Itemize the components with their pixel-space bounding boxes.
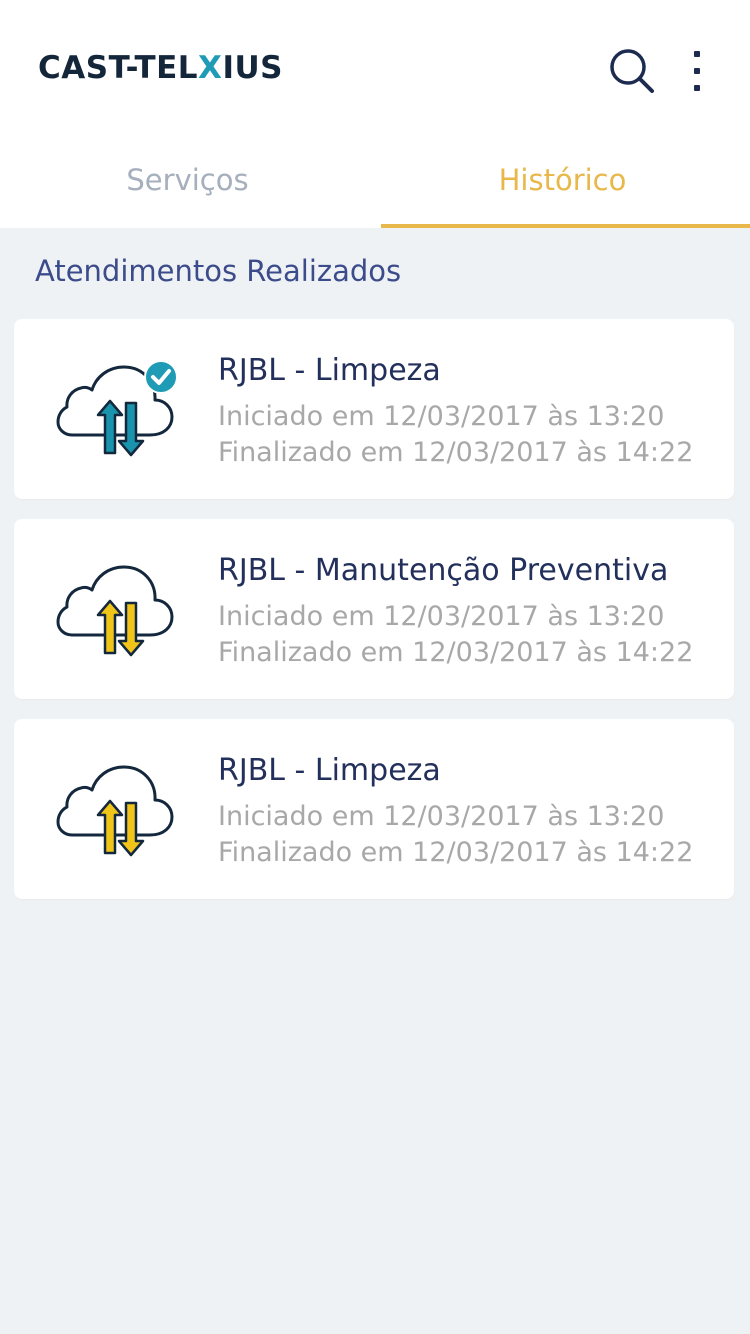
cloud-transfer-check-icon [56, 360, 178, 457]
tab-bar: Serviços Histórico [0, 132, 750, 228]
more-options-button[interactable] [680, 46, 714, 96]
service-card[interactable]: RJBL - Limpeza Iniciado em 12/03/2017 às… [14, 719, 734, 899]
service-started: Iniciado em 12/03/2017 às 13:20 [218, 801, 665, 832]
active-tab-indicator [381, 224, 750, 228]
tab-servicos[interactable]: Serviços [0, 132, 375, 228]
cloud-transfer-icon [56, 765, 174, 857]
logo-text-x: X [198, 50, 223, 86]
cloud-transfer-icon [56, 565, 174, 657]
service-finished: Finalizado em 12/03/2017 às 14:22 [218, 437, 694, 468]
brand-logo: CAST-TELXIUS [38, 50, 283, 86]
service-title: RJBL - Limpeza [218, 353, 441, 388]
service-finished: Finalizado em 12/03/2017 às 14:22 [218, 637, 694, 668]
tab-label: Histórico [498, 163, 627, 197]
tab-historico[interactable]: Histórico [375, 132, 750, 228]
service-title: RJBL - Manutenção Preventiva [218, 553, 669, 588]
search-button[interactable] [606, 46, 658, 96]
tab-label: Serviços [126, 163, 249, 197]
logo-text-part1: CAST-TEL [38, 50, 199, 86]
service-started: Iniciado em 12/03/2017 às 13:20 [218, 401, 665, 432]
service-started: Iniciado em 12/03/2017 às 13:20 [218, 601, 665, 632]
service-card[interactable]: RJBL - Manutenção Preventiva Iniciado em… [14, 519, 734, 699]
logo-text-part2: IUS [222, 50, 283, 86]
service-title: RJBL - Limpeza [218, 753, 441, 788]
more-vertical-icon [694, 51, 700, 91]
section-title: Atendimentos Realizados [35, 254, 402, 288]
service-card[interactable]: RJBL - Limpeza Iniciado em 12/03/2017 às… [14, 319, 734, 499]
app-header: CAST-TELXIUS [0, 0, 750, 132]
search-icon [610, 49, 654, 93]
service-finished: Finalizado em 12/03/2017 às 14:22 [218, 837, 694, 868]
